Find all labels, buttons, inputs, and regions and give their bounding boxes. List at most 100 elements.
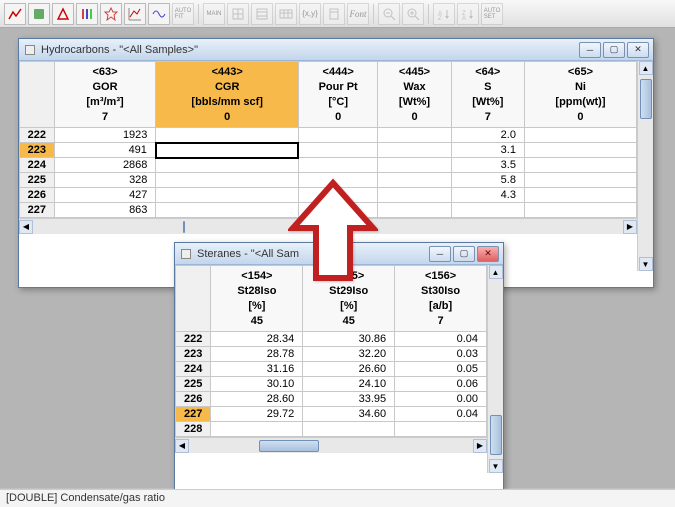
clip-icon[interactable] — [323, 3, 345, 25]
cell[interactable]: 4.3 — [451, 188, 524, 203]
row-header[interactable]: 223 — [20, 143, 55, 158]
cell[interactable] — [524, 173, 636, 188]
scroll-thumb[interactable] — [640, 79, 652, 119]
horizontal-scrollbar[interactable]: ◀ ▶ — [19, 218, 637, 234]
cell[interactable] — [298, 188, 377, 203]
cell[interactable]: 328 — [54, 173, 156, 188]
cell[interactable] — [395, 422, 487, 437]
auto2-icon[interactable]: AUTOSET — [481, 3, 503, 25]
row-header[interactable]: 227 — [20, 203, 55, 218]
cell[interactable] — [451, 203, 524, 218]
sort-desc-icon[interactable]: ZA — [457, 3, 479, 25]
star-icon[interactable] — [100, 3, 122, 25]
cell[interactable] — [378, 143, 451, 158]
cell[interactable]: 29.72 — [211, 407, 303, 422]
cell[interactable] — [303, 422, 395, 437]
table-row[interactable]: 2221923 2.0 — [20, 128, 637, 143]
scroll-left-icon[interactable]: ◀ — [175, 439, 189, 453]
column-header-st30iso[interactable]: <156>St30Iso[a/b]7 — [395, 266, 487, 332]
cell[interactable] — [156, 143, 299, 158]
cell[interactable]: 34.60 — [303, 407, 395, 422]
cell[interactable] — [378, 128, 451, 143]
horizontal-scrollbar[interactable]: ◀ ▶ — [175, 437, 487, 453]
scroll-thumb[interactable] — [259, 440, 319, 452]
cell[interactable]: 30.86 — [303, 332, 395, 347]
cell[interactable]: 0.00 — [395, 392, 487, 407]
table-icon[interactable] — [275, 3, 297, 25]
row-header[interactable]: 222 — [176, 332, 211, 347]
triangle-icon[interactable] — [52, 3, 74, 25]
vertical-scrollbar[interactable]: ▲ ▼ — [487, 265, 503, 473]
cell[interactable] — [524, 128, 636, 143]
cell[interactable]: 0.04 — [395, 332, 487, 347]
cell[interactable] — [524, 188, 636, 203]
column-header-cgr[interactable]: <443>CGR[bbls/mm scf]0 — [156, 62, 299, 128]
minimize-button[interactable]: ─ — [579, 42, 601, 58]
cell[interactable]: 0.05 — [395, 362, 487, 377]
cell[interactable]: 3.5 — [451, 158, 524, 173]
zoom-out-icon[interactable] — [378, 3, 400, 25]
minimize-button[interactable]: ─ — [429, 246, 451, 262]
cell[interactable] — [156, 158, 299, 173]
table-row[interactable]: 2242868 3.5 — [20, 158, 637, 173]
cell[interactable] — [156, 173, 299, 188]
row-header[interactable]: 226 — [176, 392, 211, 407]
cell[interactable] — [378, 173, 451, 188]
column-header-st29iso[interactable]: <155>St29Iso[%]45 — [303, 266, 395, 332]
cell[interactable]: 0.06 — [395, 377, 487, 392]
table-row[interactable]: 22431.1626.600.05 — [176, 362, 487, 377]
row-header[interactable]: 225 — [176, 377, 211, 392]
cell[interactable] — [524, 143, 636, 158]
row-header[interactable]: 224 — [20, 158, 55, 173]
cell[interactable] — [298, 128, 377, 143]
cell[interactable] — [524, 203, 636, 218]
cell[interactable] — [298, 173, 377, 188]
cell[interactable]: 2.0 — [451, 128, 524, 143]
cell[interactable]: 427 — [54, 188, 156, 203]
cell[interactable]: 2868 — [54, 158, 156, 173]
cell[interactable]: 24.10 — [303, 377, 395, 392]
row-header[interactable]: 223 — [176, 347, 211, 362]
cell[interactable]: 31.16 — [211, 362, 303, 377]
wave-icon[interactable] — [148, 3, 170, 25]
table-row[interactable]: 22228.3430.860.04 — [176, 332, 487, 347]
row-header[interactable]: 228 — [176, 422, 211, 437]
column-header-s[interactable]: <64>S[Wt%]7 — [451, 62, 524, 128]
grid1-icon[interactable] — [227, 3, 249, 25]
main-icon[interactable]: MAIN — [203, 3, 225, 25]
scroll-left-icon[interactable]: ◀ — [19, 220, 33, 234]
cell[interactable]: 28.60 — [211, 392, 303, 407]
scroll-thumb[interactable] — [490, 415, 502, 455]
steranes-table[interactable]: <154>St28Iso[%]45<155>St29Iso[%]45<156>S… — [175, 265, 487, 437]
column-header-wax[interactable]: <445>Wax[Wt%]0 — [378, 62, 451, 128]
cell[interactable]: 5.8 — [451, 173, 524, 188]
bars-icon[interactable] — [76, 3, 98, 25]
vertical-scrollbar[interactable]: ▲ ▼ — [637, 61, 653, 271]
cell[interactable]: 28.78 — [211, 347, 303, 362]
font-icon[interactable]: Font — [347, 3, 369, 25]
row-header[interactable]: 225 — [20, 173, 55, 188]
maximize-button[interactable]: ▢ — [603, 42, 625, 58]
cell[interactable] — [524, 158, 636, 173]
table-row[interactable]: 227863 — [20, 203, 637, 218]
row-header[interactable]: 226 — [20, 188, 55, 203]
column-header-ni[interactable]: <65>Ni[ppm(wt)]0 — [524, 62, 636, 128]
row-header[interactable]: 224 — [176, 362, 211, 377]
cell[interactable]: 1923 — [54, 128, 156, 143]
cell[interactable] — [156, 188, 299, 203]
column-header-pour pt[interactable]: <444>Pour Pt[°C]0 — [298, 62, 377, 128]
table-row[interactable]: 22530.1024.100.06 — [176, 377, 487, 392]
cell[interactable] — [378, 203, 451, 218]
row-header[interactable]: 222 — [20, 128, 55, 143]
scroll-down-icon[interactable]: ▼ — [639, 257, 653, 271]
cell[interactable]: 33.95 — [303, 392, 395, 407]
cell[interactable] — [211, 422, 303, 437]
scroll-right-icon[interactable]: ▶ — [623, 220, 637, 234]
cell[interactable]: 28.34 — [211, 332, 303, 347]
eq-icon[interactable] — [28, 3, 50, 25]
cell[interactable] — [298, 158, 377, 173]
cell[interactable]: 32.20 — [303, 347, 395, 362]
maximize-button[interactable]: ▢ — [453, 246, 475, 262]
cell[interactable] — [378, 158, 451, 173]
cell[interactable]: 26.60 — [303, 362, 395, 377]
